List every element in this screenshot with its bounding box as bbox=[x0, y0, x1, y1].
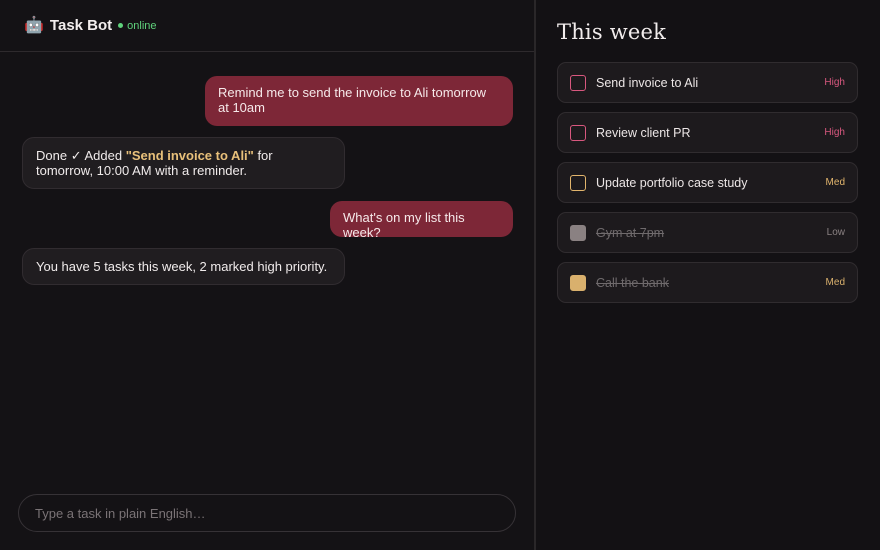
checkbox-icon[interactable] bbox=[570, 74, 586, 91]
checkbox-icon[interactable] bbox=[570, 174, 586, 191]
bot-message: You have 5 tasks this week, 2 marked hig… bbox=[22, 248, 345, 285]
message-text: You have 5 tasks this week, 2 marked hig… bbox=[36, 259, 328, 274]
task-input[interactable] bbox=[18, 494, 516, 532]
checkbox-checked-icon[interactable] bbox=[570, 274, 586, 291]
task-item[interactable]: Gym at 7pm Low bbox=[557, 212, 858, 253]
chat-pane: 🤖 Task Bot online Remind me to send the … bbox=[0, 0, 534, 550]
user-message: What's on my list this week? bbox=[330, 201, 513, 240]
task-label: Update portfolio case study bbox=[596, 175, 748, 190]
online-dot-icon bbox=[118, 23, 124, 28]
user-message: Remind me to send the invoice to Ali tom… bbox=[205, 76, 513, 126]
status-text: online bbox=[127, 19, 157, 32]
priority-badge: Med bbox=[825, 177, 845, 188]
task-item[interactable]: Send invoice to Ali High bbox=[557, 62, 858, 103]
priority-badge: High bbox=[824, 77, 845, 88]
bot-message: Done ✓ Added "Send invoice to Ali" for t… bbox=[22, 137, 345, 189]
task-label: Call the bank bbox=[596, 275, 669, 290]
task-item[interactable]: Review client PR High bbox=[557, 112, 858, 153]
chat-header: 🤖 Task Bot online bbox=[0, 0, 534, 52]
priority-badge: Low bbox=[826, 227, 845, 238]
message-text: Remind me to send the invoice to Ali tom… bbox=[218, 85, 487, 115]
robot-icon: 🤖 bbox=[24, 16, 44, 34]
message-text-before: Done ✓ Added bbox=[36, 148, 126, 163]
task-item[interactable]: Update portfolio case study Med bbox=[557, 162, 858, 203]
status-indicator: online bbox=[118, 19, 157, 32]
checkbox-icon[interactable] bbox=[570, 124, 586, 141]
message-text: What's on my list this week? bbox=[343, 210, 465, 240]
task-label: Gym at 7pm bbox=[596, 225, 665, 240]
checkbox-checked-icon[interactable] bbox=[570, 224, 586, 241]
pane-divider bbox=[534, 0, 536, 550]
task-item[interactable]: Call the bank Med bbox=[557, 262, 858, 303]
panel-title: This week bbox=[557, 20, 667, 44]
bot-name: Task Bot bbox=[49, 17, 113, 34]
priority-badge: Med bbox=[825, 277, 845, 288]
priority-badge: High bbox=[824, 127, 845, 138]
task-label: Send invoice to Ali bbox=[596, 75, 699, 90]
task-highlight: "Send invoice to Ali" bbox=[125, 148, 254, 163]
task-label: Review client PR bbox=[596, 125, 691, 140]
